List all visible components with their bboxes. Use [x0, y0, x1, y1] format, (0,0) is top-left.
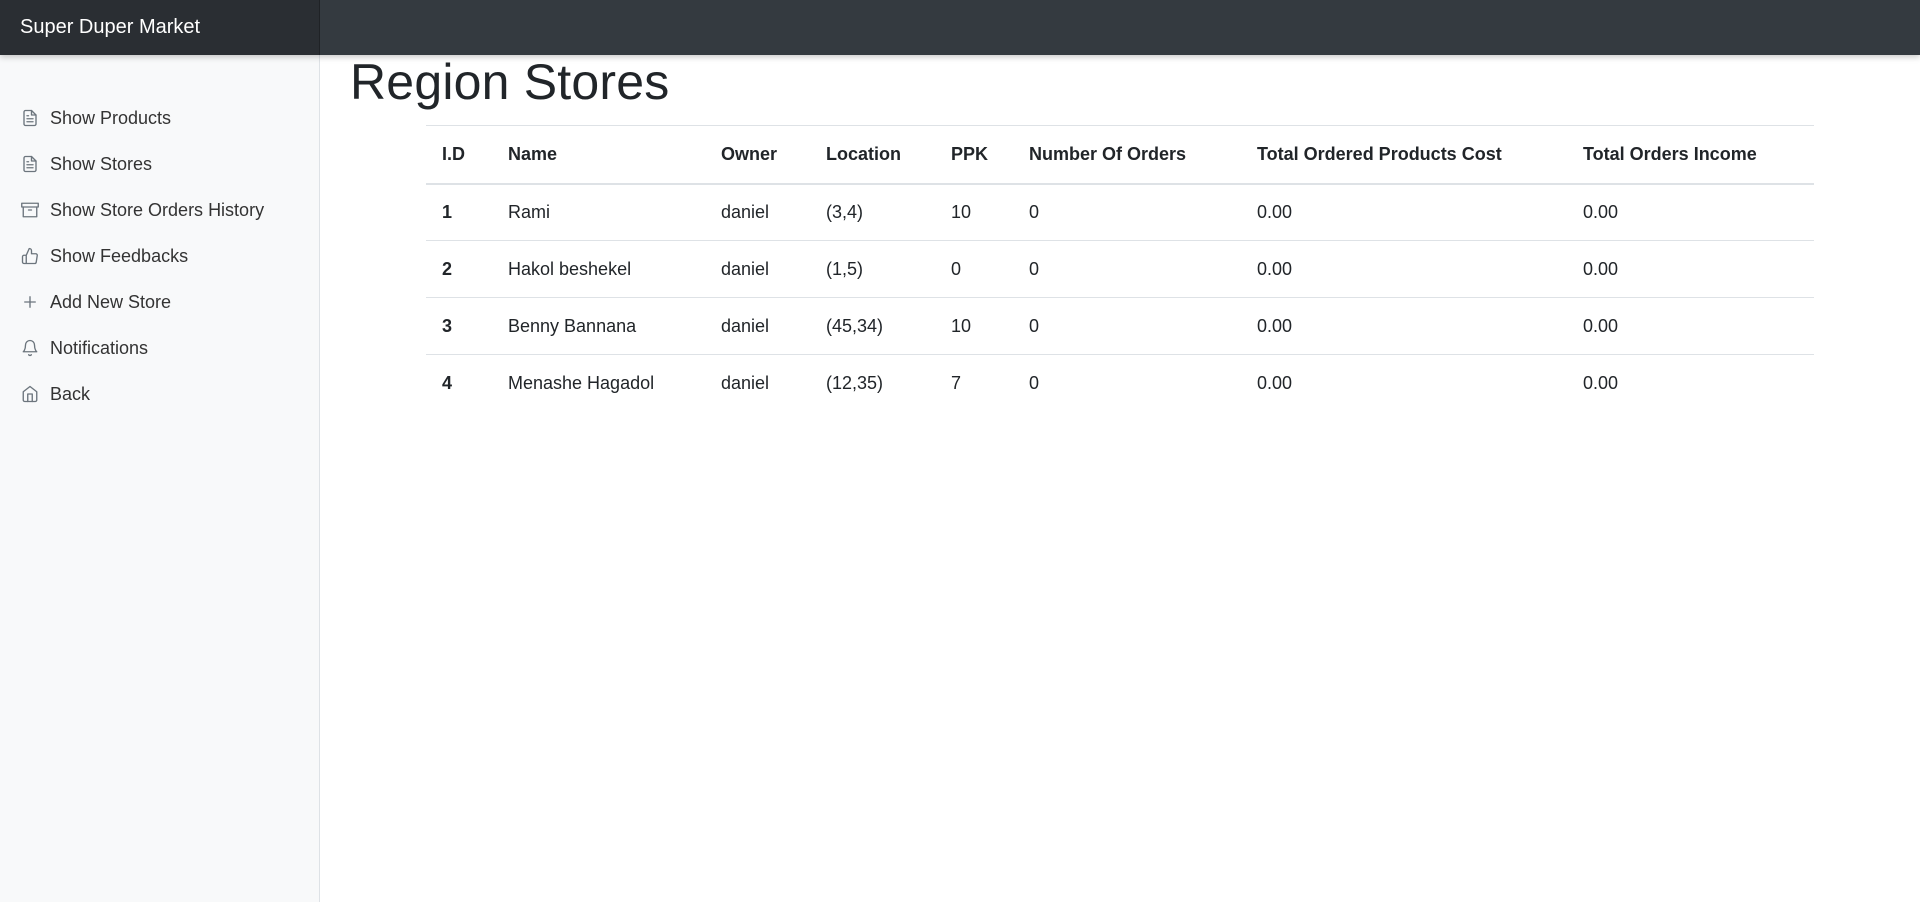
cell-owner: daniel: [721, 201, 770, 222]
sidebar-item-label: Show Feedbacks: [50, 245, 189, 266]
cell-total-ordered-products-cost: 0.00: [1241, 354, 1567, 412]
sidebar-item-notifications[interactable]: Notifications: [0, 328, 319, 368]
sidebar-item-show-products[interactable]: Show Products: [0, 98, 319, 138]
sidebar-item-label: Back: [50, 383, 91, 404]
table-row: 3 Benny Bannana daniel (45,34) 10 0 0.00…: [426, 297, 1814, 355]
column-header-owner: Owner: [705, 125, 810, 185]
cell-location: (45,34): [810, 297, 935, 355]
cell-id: 3: [426, 297, 492, 355]
cell-ppk: 7: [935, 354, 1013, 412]
cell-ppk: 10: [935, 297, 1013, 355]
main-content: Region Stores I.D Name Owner Location PP…: [320, 54, 1920, 902]
cell-location: (3,4): [826, 201, 864, 222]
cell-id: 2: [426, 240, 492, 298]
column-header-location: Location: [810, 125, 935, 185]
sidebar-item-label: Add New Store: [50, 291, 172, 312]
cell-name: Benny Bannana: [492, 297, 705, 355]
sidebar-item-add-new-store[interactable]: Add New Store: [0, 282, 319, 322]
cell-name: Hakol beshekel: [492, 240, 705, 298]
plus-icon: [20, 292, 40, 312]
brand-link[interactable]: Super Duper Market: [0, 0, 320, 55]
cell-number-of-orders: 0: [1013, 240, 1241, 298]
cell-total-orders-income: 0.00: [1583, 201, 1619, 222]
cell-total-ordered-products-cost: 0.00: [1241, 240, 1567, 298]
table-header-row: I.D Name Owner Location PPK Number Of Or…: [426, 125, 1814, 185]
cell-number-of-orders: 0: [1029, 201, 1040, 222]
cell-total-orders-income: 0.00: [1567, 354, 1814, 412]
sidebar-item-show-feedbacks[interactable]: Show Feedbacks: [0, 236, 319, 276]
column-header-total-ordered-products-cost: Total Ordered Products Cost: [1241, 125, 1567, 185]
cell-owner: daniel: [705, 297, 810, 355]
column-header-number-of-orders: Number Of Orders: [1013, 125, 1241, 185]
sidebar-item-label: Show Products: [50, 107, 172, 128]
stores-table-container: I.D Name Owner Location PPK Number Of Or…: [426, 125, 1814, 412]
cell-location: (12,35): [810, 354, 935, 412]
archive-icon: [20, 200, 40, 220]
column-header-total-orders-income: Total Orders Income: [1567, 125, 1814, 185]
document-icon: [20, 154, 40, 174]
cell-id: 4: [426, 354, 492, 412]
table-row: 1 Rami daniel (3,4) 10 0 0.00 0.00: [426, 184, 1814, 241]
table-row: 2 Hakol beshekel daniel (1,5) 0 0 0.00 0…: [426, 240, 1814, 298]
sidebar-item-label: Notifications: [50, 337, 149, 358]
column-header-ppk: PPK: [935, 125, 1013, 185]
cell-number-of-orders: 0: [1013, 297, 1241, 355]
cell-total-ordered-products-cost: 0.00: [1257, 201, 1293, 222]
cell-total-ordered-products-cost: 0.00: [1241, 297, 1567, 355]
sidebar: Show Products Show Stores Show Store Ord…: [0, 55, 320, 902]
cell-number-of-orders: 0: [1013, 354, 1241, 412]
sidebar-item-label: Show Stores: [50, 153, 153, 174]
cell-location: (1,5): [810, 240, 935, 298]
document-icon: [20, 108, 40, 128]
page-title: Region Stores: [350, 54, 670, 110]
column-header-name: Name: [492, 125, 705, 185]
home-icon: [20, 384, 40, 404]
cell-name: Menashe Hagadol: [492, 354, 705, 412]
cell-name: Rami: [508, 201, 551, 222]
cell-id: 1: [442, 201, 453, 222]
top-navbar: Super Duper Market: [0, 0, 1920, 55]
cell-ppk: 10: [951, 201, 972, 222]
cell-ppk: 0: [935, 240, 1013, 298]
sidebar-item-back[interactable]: Back: [0, 374, 319, 414]
thumbs-up-icon: [20, 246, 40, 266]
cell-owner: daniel: [705, 240, 810, 298]
cell-total-orders-income: 0.00: [1567, 297, 1814, 355]
bell-icon: [20, 338, 40, 358]
table-row: 4 Menashe Hagadol daniel (12,35) 7 0 0.0…: [426, 354, 1814, 412]
column-header-id: I.D: [426, 125, 492, 185]
cell-owner: daniel: [705, 354, 810, 412]
sidebar-item-show-stores[interactable]: Show Stores: [0, 144, 319, 184]
stores-table: I.D Name Owner Location PPK Number Of Or…: [426, 125, 1814, 412]
cell-total-orders-income: 0.00: [1567, 240, 1814, 298]
sidebar-item-show-store-orders-history[interactable]: Show Store Orders History: [0, 190, 319, 230]
sidebar-item-label: Show Store Orders History: [50, 199, 265, 220]
